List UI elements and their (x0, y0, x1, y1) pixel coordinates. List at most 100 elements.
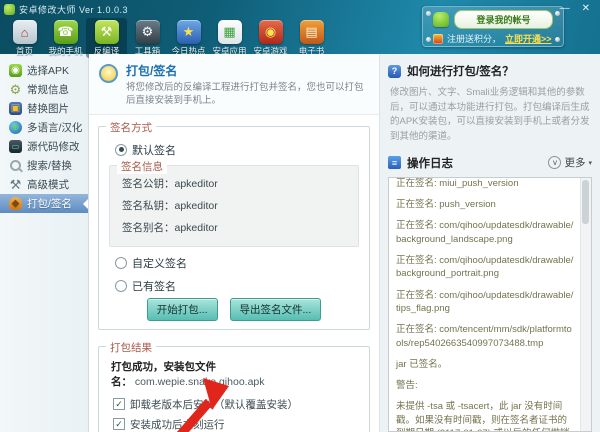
start-pack-button[interactable]: 开始打包... (146, 297, 218, 321)
sidebar-item-source-edit[interactable]: ▭ 源代码修改 (0, 137, 88, 156)
sidebar-item-package-sign[interactable]: ◆ 打包/签名 (0, 194, 88, 213)
chevron-down-icon: v (548, 156, 562, 170)
export-sign-file-button[interactable]: 导出签名文件... (229, 297, 322, 321)
package-icon: ◆ (9, 197, 22, 210)
question-icon: ? (388, 64, 401, 78)
log-entry: 未提供 -tsa 或 -tsacert，此 jar 没有时间戳。如果没有时间戳，… (396, 401, 570, 431)
log-entry: 正在签名: com/tencent/mm/sdk/platformtools/r… (396, 324, 572, 349)
star-icon: ★ (176, 20, 201, 44)
sidebar-item-general-info[interactable]: ⚙ 常规信息 (0, 80, 88, 99)
ebooks-icon: ▤ (299, 20, 324, 44)
groupbox-title: 打包结果 (106, 339, 156, 355)
sign-private-key-row: 签名私钥：apkeditor (122, 199, 218, 212)
sidebar-item-label: 选择APK (27, 65, 70, 77)
sidebar-item-label: 常规信息 (27, 84, 69, 96)
sign-alias-row: 签名别名：apkeditor (122, 221, 218, 234)
tab-my-phone[interactable]: ☎ 我的手机 (45, 18, 86, 58)
log-title: 操作日志 (407, 157, 453, 170)
gear-icon: ⚙ (9, 81, 22, 97)
groupbox-title: 签名方式 (106, 119, 156, 135)
sign-info-groupbox: 签名信息 签名公钥：apkeditor 签名私钥：apkeditor 签名别名：… (109, 158, 359, 247)
sidebar-item-label: 源代码修改 (27, 141, 80, 153)
app-window: 安卓修改大师 Ver 1.0.0.3 — ✕ ⌂ 首页 ☎ 我的手机 ⚒ 反编译… (0, 0, 600, 432)
tab-label: 我的手机 (48, 46, 83, 56)
help-title: 如何进行打包/签名？ (407, 66, 514, 78)
sidebar-item-localization[interactable]: ⊕ 多语言/汉化 (0, 118, 88, 137)
sign-public-key-row: 签名公钥：apkeditor (122, 177, 218, 190)
sidebar-item-advanced-mode[interactable]: ⚒ 高级模式 (0, 175, 88, 194)
android-mascot-icon (433, 12, 449, 27)
checkbox-run-after-install[interactable]: ✓ 安装成功后立刻运行 (113, 417, 361, 432)
log-entry: jar 已签名。 (396, 358, 448, 370)
log-entry: 正在签名: miui_push_version (396, 177, 519, 189)
code-icon: ▭ (9, 140, 22, 153)
caret-icon: ▾ (588, 159, 592, 167)
login-button[interactable]: 登录我的帐号 (454, 10, 553, 29)
pack-status: 打包成功，安装包文件名： com.wepie.snake.qihoo.apk (111, 360, 265, 388)
page-description: 将您修改后的反编译工程进行打包并签名，您也可以打包后直接安装到手机上。 (126, 82, 364, 106)
radio-existing-sign[interactable]: 已有签名 (115, 278, 361, 294)
sidebar-item-replace-images[interactable]: ▣ 替换图片 (0, 99, 88, 118)
tab-toolbox[interactable]: ⚙ 工具箱 (127, 18, 168, 58)
tab-android-apps[interactable]: ▦ 安卓应用 (209, 18, 250, 58)
login-panel: 登录我的帐号 注册送积分， 立即开通>> (422, 6, 564, 47)
radio-label: 已有签名 (132, 280, 176, 293)
top-chrome: 安卓修改大师 Ver 1.0.0.3 — ✕ ⌂ 首页 ☎ 我的手机 ⚒ 反编译… (0, 0, 600, 58)
radio-icon (115, 143, 127, 156)
sidebar-item-label: 替换图片 (27, 103, 69, 115)
apps-grid-icon: ▦ (217, 20, 242, 44)
close-button[interactable]: ✕ (582, 4, 590, 14)
checkbox-uninstall-old[interactable]: ✓ 卸载老版本后安装（默认覆盖安装） (113, 397, 361, 412)
sidebar-item-label: 打包/签名 (27, 198, 72, 210)
radio-icon (115, 279, 127, 292)
sidebar: ◉ 选择APK ⚙ 常规信息 ▣ 替换图片 ⊕ 多语言/汉化 ▭ 源代码修改 搜… (0, 54, 89, 432)
tab-label: 首页 (15, 46, 33, 56)
gift-icon (433, 33, 443, 44)
apk-filename: com.wepie.snake.qihoo.apk (134, 375, 265, 388)
sidebar-item-search-replace[interactable]: 搜索/替换 (0, 156, 88, 175)
log-scrollbar[interactable] (580, 177, 591, 431)
sidebar-item-label: 高级模式 (27, 179, 69, 191)
rivet-icon (426, 37, 431, 42)
games-icon: ◉ (258, 20, 283, 44)
radio-custom-sign[interactable]: 自定义签名 (115, 255, 361, 271)
checkbox-icon: ✓ (113, 398, 125, 411)
log-entry: 正在签名: com/qihoo/updatesdk/drawable/tips_… (396, 289, 574, 314)
lightbulb-icon (99, 64, 118, 83)
tab-decompile[interactable]: ⚒ 反编译 (86, 18, 127, 58)
decompile-icon: ⚒ (94, 20, 119, 44)
more-dropdown[interactable]: v 更多 ▾ (548, 155, 592, 170)
scrollbar-thumb[interactable] (582, 179, 589, 224)
search-icon (10, 160, 21, 171)
log-entry: 警告: (396, 380, 418, 392)
picture-icon: ▣ (9, 102, 22, 115)
sidebar-item-label: 多语言/汉化 (27, 122, 83, 134)
tab-hot-today[interactable]: ★ 今日热点 (168, 18, 209, 58)
tab-android-games[interactable]: ◉ 安卓游戏 (250, 18, 291, 58)
log-list-icon: ≡ (388, 156, 401, 170)
sidebar-item-select-apk[interactable]: ◉ 选择APK (0, 61, 88, 80)
activate-link[interactable]: 立即开通>> (505, 32, 552, 45)
radio-icon (115, 256, 127, 269)
sidebar-item-label: 搜索/替换 (27, 160, 72, 172)
tab-home[interactable]: ⌂ 首页 (4, 18, 45, 58)
checkbox-icon: ✓ (113, 418, 125, 431)
log-entry: 正在签名: com/qihoo/updatesdk/drawable/backg… (396, 255, 574, 280)
main-content: 打包/签名 将您修改后的反编译工程进行打包并签名，您也可以打包后直接安装到手机上… (89, 54, 379, 432)
radio-default-sign[interactable]: 默认签名 (115, 142, 361, 158)
pack-result-groupbox: 打包结果 打包成功，安装包文件名： com.wepie.snake.qihoo.… (98, 339, 370, 432)
more-label: 更多 (564, 157, 586, 170)
promo-text: 注册送积分， (447, 34, 502, 44)
log-entry: 正在签名: push_version (396, 199, 496, 211)
window-title: 安卓修改大师 Ver 1.0.0.3 (19, 4, 129, 15)
tab-ebooks[interactable]: ▤ 电子书 (291, 18, 332, 58)
phone-icon: ☎ (53, 20, 78, 44)
help-body: 修改图片、文字、Smali业务逻辑和其他的参数后，可以通过本功能进行打包。打包编… (390, 87, 590, 143)
rivet-icon (555, 37, 560, 42)
page-title: 打包/签名 (126, 64, 178, 78)
globe-icon: ⊕ (9, 121, 22, 134)
log-entry: 正在签名: com/qihoo/updatesdk/drawable/backg… (396, 220, 574, 245)
help-panel: ? 如何进行打包/签名？ 修改图片、文字、Smali业务逻辑和其他的参数后，可以… (379, 54, 600, 432)
app-logo-icon (4, 3, 15, 15)
checkbox-label: 安装成功后立刻运行 (130, 418, 225, 431)
